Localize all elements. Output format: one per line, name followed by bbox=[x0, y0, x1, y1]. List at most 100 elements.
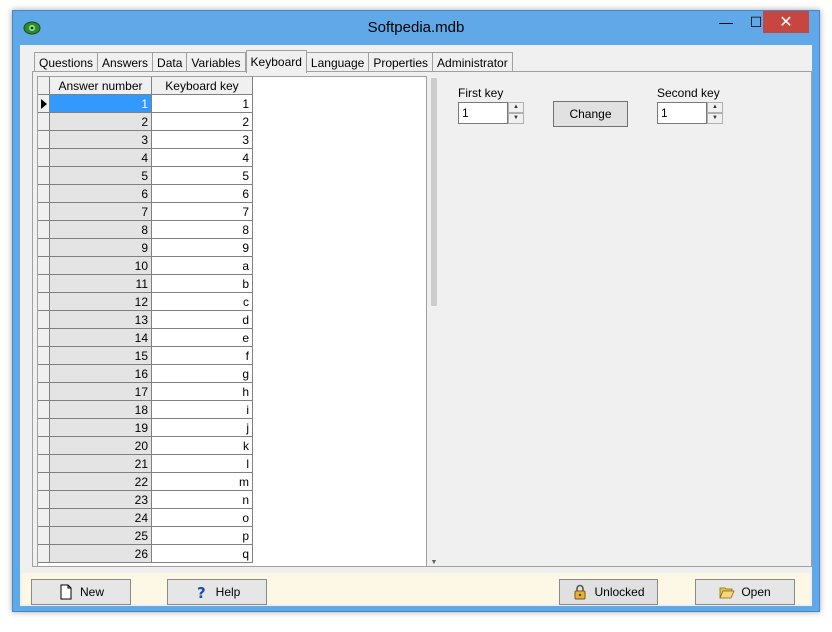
first-key-up-arrow-icon[interactable]: ▲ bbox=[508, 102, 524, 113]
second-key-up-arrow-icon[interactable]: ▲ bbox=[707, 102, 723, 113]
row-indicator[interactable] bbox=[38, 221, 50, 239]
table-row[interactable]: 14 e bbox=[38, 329, 253, 347]
row-indicator[interactable] bbox=[38, 455, 50, 473]
keyboard-key-cell[interactable]: 8 bbox=[152, 221, 253, 239]
answer-number-cell[interactable]: 8 bbox=[50, 221, 152, 239]
scrollbar-thumb[interactable] bbox=[431, 78, 437, 306]
table-row[interactable]: 66 bbox=[38, 185, 253, 203]
answer-number-cell[interactable]: 26 bbox=[50, 545, 152, 563]
keyboard-key-cell[interactable]: 2 bbox=[152, 113, 253, 131]
row-indicator[interactable] bbox=[38, 365, 50, 383]
keyboard-key-cell[interactable]: m bbox=[152, 473, 253, 491]
row-indicator[interactable] bbox=[38, 311, 50, 329]
table-row[interactable]: 11 b bbox=[38, 275, 253, 293]
answer-number-cell[interactable]: 3 bbox=[50, 131, 152, 149]
second-key-down-arrow-icon[interactable]: ▼ bbox=[707, 113, 723, 124]
table-row[interactable]: 26 q bbox=[38, 545, 253, 563]
tab-language[interactable]: Language bbox=[306, 52, 370, 72]
table-row[interactable]: 55 bbox=[38, 167, 253, 185]
column-header-answer-number[interactable]: Answer number bbox=[50, 77, 152, 95]
table-row[interactable]: 44 bbox=[38, 149, 253, 167]
keyboard-key-cell[interactable]: n bbox=[152, 491, 253, 509]
answer-number-cell[interactable]: 25 bbox=[50, 527, 152, 545]
table-row[interactable]: 24 o bbox=[38, 509, 253, 527]
answer-number-cell[interactable]: 13 bbox=[50, 311, 152, 329]
table-row[interactable]: 88 bbox=[38, 221, 253, 239]
answer-number-cell[interactable]: 22 bbox=[50, 473, 152, 491]
row-indicator[interactable] bbox=[38, 401, 50, 419]
row-indicator[interactable] bbox=[38, 473, 50, 491]
row-indicator[interactable] bbox=[38, 527, 50, 545]
scroll-down-arrow-icon[interactable]: ▼ bbox=[430, 559, 438, 567]
table-row[interactable]: 15 f bbox=[38, 347, 253, 365]
keyboard-key-cell[interactable]: e bbox=[152, 329, 253, 347]
row-indicator[interactable] bbox=[38, 185, 50, 203]
answer-number-cell[interactable]: 17 bbox=[50, 383, 152, 401]
row-indicator[interactable] bbox=[38, 167, 50, 185]
row-indicator[interactable] bbox=[38, 95, 50, 113]
row-indicator[interactable] bbox=[38, 275, 50, 293]
tab-questions[interactable]: Questions bbox=[34, 52, 99, 72]
table-row[interactable]: 77 bbox=[38, 203, 253, 221]
table-row[interactable]: 16 g bbox=[38, 365, 253, 383]
keyboard-key-cell[interactable]: i bbox=[152, 401, 253, 419]
row-indicator[interactable] bbox=[38, 131, 50, 149]
row-indicator[interactable] bbox=[38, 329, 50, 347]
table-row[interactable]: 23 n bbox=[38, 491, 253, 509]
keyboard-key-cell[interactable]: 5 bbox=[152, 167, 253, 185]
table-row[interactable]: 12 c bbox=[38, 293, 253, 311]
keyboard-key-cell[interactable]: q bbox=[152, 545, 253, 563]
keyboard-key-cell[interactable]: p bbox=[152, 527, 253, 545]
keyboard-key-cell[interactable]: g bbox=[152, 365, 253, 383]
table-row[interactable]: 13 d bbox=[38, 311, 253, 329]
first-key-down-arrow-icon[interactable]: ▼ bbox=[508, 113, 524, 124]
keyboard-key-cell[interactable]: 4 bbox=[152, 149, 253, 167]
table-row[interactable]: 17 h bbox=[38, 383, 253, 401]
row-indicator[interactable] bbox=[38, 437, 50, 455]
answer-number-cell[interactable]: 11 bbox=[50, 275, 152, 293]
answer-number-cell[interactable]: 5 bbox=[50, 167, 152, 185]
row-indicator[interactable] bbox=[38, 491, 50, 509]
keyboard-grid[interactable]: Answer number Keyboard key 1122334455667… bbox=[37, 76, 427, 567]
answer-number-cell[interactable]: 18 bbox=[50, 401, 152, 419]
answer-number-cell[interactable]: 2 bbox=[50, 113, 152, 131]
answer-number-cell[interactable]: 4 bbox=[50, 149, 152, 167]
table-row[interactable]: 11 bbox=[38, 95, 253, 113]
unlocked-button[interactable]: Unlocked bbox=[559, 579, 658, 605]
keyboard-key-cell[interactable]: h bbox=[152, 383, 253, 401]
title-bar[interactable]: Softpedia.mdb — ☐ ✕ bbox=[13, 11, 819, 45]
keyboard-key-cell[interactable]: 3 bbox=[152, 131, 253, 149]
row-indicator[interactable] bbox=[38, 203, 50, 221]
new-button[interactable]: New bbox=[31, 579, 131, 605]
table-row[interactable]: 10 a bbox=[38, 257, 253, 275]
keyboard-key-cell[interactable]: o bbox=[152, 509, 253, 527]
answer-number-cell[interactable]: 10 bbox=[50, 257, 152, 275]
table-row[interactable]: 25 p bbox=[38, 527, 253, 545]
row-indicator[interactable] bbox=[38, 257, 50, 275]
answer-number-cell[interactable]: 21 bbox=[50, 455, 152, 473]
keyboard-key-cell[interactable]: f bbox=[152, 347, 253, 365]
close-button[interactable]: ✕ bbox=[763, 11, 809, 33]
first-key-spinner[interactable]: 1 ▲ ▼ bbox=[458, 102, 526, 124]
tab-administrator[interactable]: Administrator bbox=[433, 52, 513, 72]
keyboard-key-cell[interactable]: a bbox=[152, 257, 253, 275]
table-row[interactable]: 20 k bbox=[38, 437, 253, 455]
tab-keyboard[interactable]: Keyboard bbox=[245, 50, 307, 73]
help-button[interactable]: ? Help bbox=[167, 579, 267, 605]
table-row[interactable]: 22 m bbox=[38, 473, 253, 491]
keyboard-key-cell[interactable]: 7 bbox=[152, 203, 253, 221]
row-indicator[interactable] bbox=[38, 113, 50, 131]
keyboard-key-cell[interactable]: k bbox=[152, 437, 253, 455]
row-indicator[interactable] bbox=[38, 545, 50, 563]
answer-number-cell[interactable]: 7 bbox=[50, 203, 152, 221]
row-indicator[interactable] bbox=[38, 149, 50, 167]
row-indicator[interactable] bbox=[38, 383, 50, 401]
keyboard-key-cell[interactable]: l bbox=[152, 455, 253, 473]
minimize-button[interactable]: — bbox=[711, 11, 741, 33]
answer-number-cell[interactable]: 9 bbox=[50, 239, 152, 257]
tab-properties[interactable]: Properties bbox=[369, 52, 434, 72]
answer-number-cell[interactable]: 15 bbox=[50, 347, 152, 365]
row-indicator[interactable] bbox=[38, 239, 50, 257]
keyboard-key-cell[interactable]: c bbox=[152, 293, 253, 311]
answer-number-cell[interactable]: 14 bbox=[50, 329, 152, 347]
